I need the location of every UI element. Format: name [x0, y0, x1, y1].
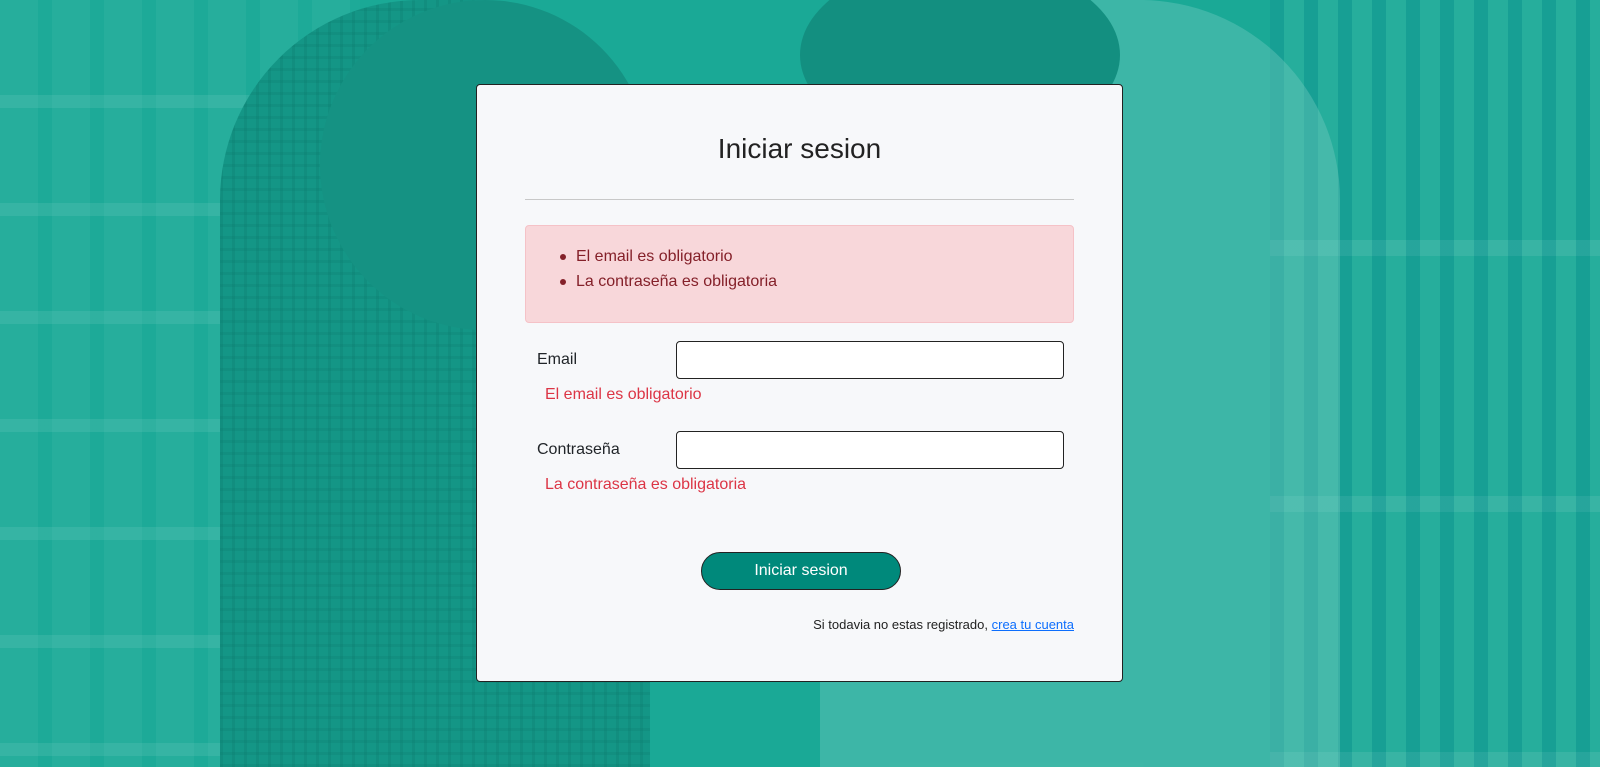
page-title: Iniciar sesion: [717, 133, 882, 164]
email-label: Email: [537, 351, 578, 368]
error-alert: El email es obligatorio La contraseña es…: [525, 225, 1074, 323]
error-list: El email es obligatorio La contraseña es…: [560, 244, 1073, 294]
create-account-link[interactable]: crea tu cuenta: [992, 617, 1074, 632]
email-error: El email es obligatorio: [545, 386, 702, 403]
password-field[interactable]: [676, 431, 1064, 469]
register-prompt-text: Si todavia no estas registrado,: [813, 617, 992, 632]
login-card: Iniciar sesion El email es obligatorio L…: [476, 84, 1123, 682]
divider: [525, 199, 1074, 200]
register-prompt: Si todavia no estas registrado, crea tu …: [813, 617, 1074, 632]
login-button[interactable]: Iniciar sesion: [701, 552, 901, 590]
email-field[interactable]: [676, 341, 1064, 379]
error-list-item: La contraseña es obligatoria: [560, 269, 1073, 294]
error-list-item: El email es obligatorio: [560, 244, 1073, 269]
password-error: La contraseña es obligatoria: [545, 476, 747, 493]
password-label: Contraseña: [537, 441, 620, 458]
